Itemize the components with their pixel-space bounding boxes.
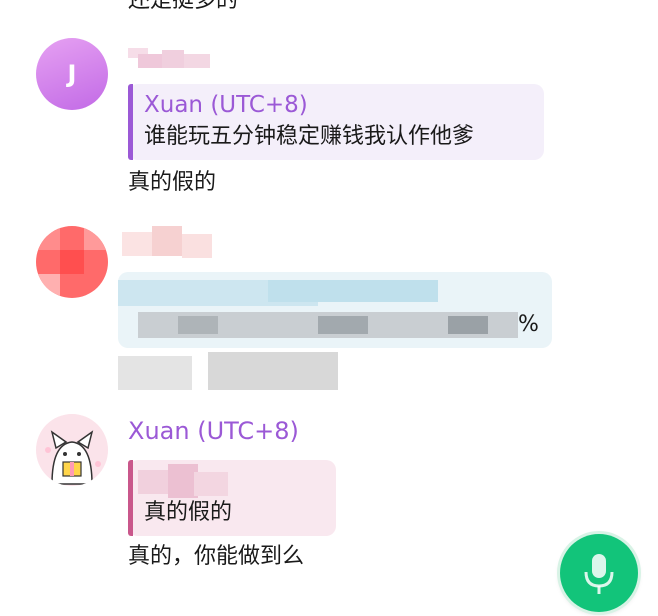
reply-quote[interactable]: 真的假的 <box>128 460 336 536</box>
reply-quote-text: 谁能玩五分钟稳定赚钱我认作他爹 <box>144 124 475 149</box>
message-text: 真的假的 <box>128 170 217 195</box>
message-text: 还是挺多的 <box>128 0 239 13</box>
redacted-sender-name <box>122 226 212 262</box>
redacted-reply-author <box>138 464 228 498</box>
reply-quote[interactable]: Xuan (UTC+8) 谁能玩五分钟稳定赚钱我认作他爹 <box>128 84 544 160</box>
avatar[interactable]: J <box>36 38 108 110</box>
redacted-tail-text: % <box>518 312 539 337</box>
redacted-message-text <box>118 352 338 392</box>
message-text: 真的，你能做到么 <box>128 544 305 569</box>
reply-author: Xuan (UTC+8) <box>144 92 308 118</box>
redacted-reply-quote: % <box>118 272 552 348</box>
avatar-letter: J <box>67 60 77 88</box>
redacted-avatar <box>36 226 108 298</box>
cat-avatar-icon <box>36 414 108 486</box>
sender-name[interactable]: Xuan (UTC+8) <box>128 416 299 446</box>
redacted-sender-name <box>128 48 210 68</box>
microphone-button[interactable] <box>560 534 638 612</box>
microphone-icon <box>584 554 614 594</box>
reply-quote-text: 真的假的 <box>144 500 233 525</box>
avatar[interactable] <box>36 414 108 486</box>
